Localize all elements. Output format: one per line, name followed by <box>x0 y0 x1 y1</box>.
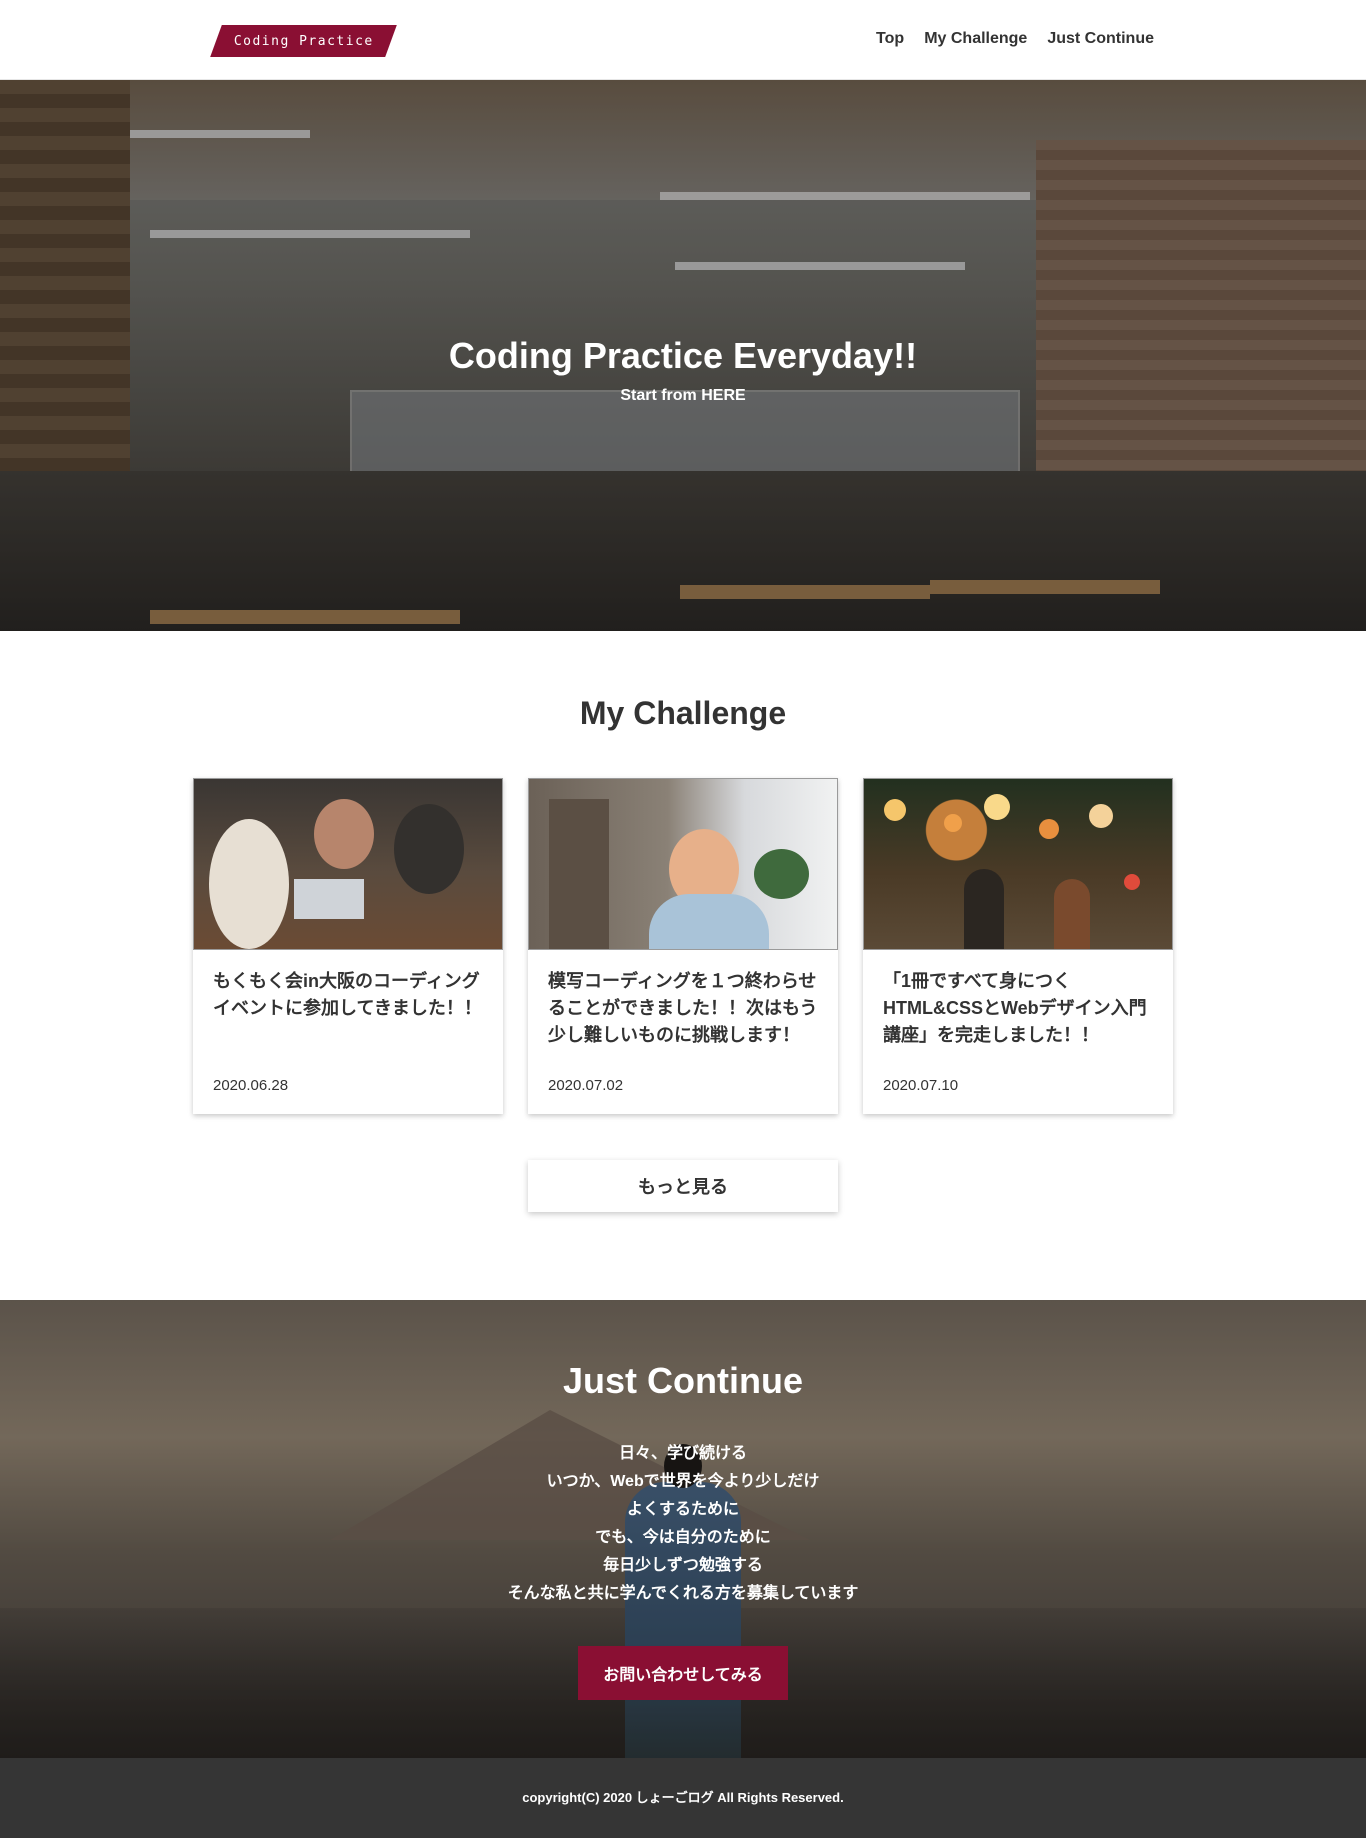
challenge-card[interactable]: もくもく会in大阪のコーディングイベントに参加してきました！！ 2020.06.… <box>193 778 503 1114</box>
card-image-figure <box>209 819 289 949</box>
card-image <box>863 778 1173 950</box>
card-image-laptop <box>294 879 364 919</box>
card-image-bokeh <box>1124 874 1140 890</box>
continue-line: よくするために <box>626 1501 739 1518</box>
hero-subtitle: Start from HERE <box>620 387 746 404</box>
card-date: 2020.06.28 <box>213 1077 289 1094</box>
main-nav: Top My Challenge Just Continue <box>876 30 1154 48</box>
hero-section: Coding Practice Everyday!! Start from HE… <box>0 80 1366 631</box>
continue-section: Just Continue 日々、学び続ける いつか、Webで世界を今より少しだ… <box>0 1300 1366 1758</box>
challenge-cards: もくもく会in大阪のコーディングイベントに参加してきました！！ 2020.06.… <box>0 778 1366 1114</box>
card-title: 「1冊ですべて身につくHTML&CSSとWebデザイン入門講座」を完走しました！… <box>883 971 1147 1045</box>
card-image-figure <box>314 799 374 869</box>
more-button[interactable]: もっと見る <box>528 1160 838 1212</box>
card-image-figure <box>1054 879 1090 949</box>
card-title: もくもく会in大阪のコーディングイベントに参加してきました！！ <box>213 971 482 1018</box>
site-header: Coding Practice Top My Challenge Just Co… <box>0 0 1366 80</box>
challenge-card[interactable]: 「1冊ですべて身につくHTML&CSSとWebデザイン入門講座」を完走しました！… <box>863 778 1173 1114</box>
card-image <box>193 778 503 950</box>
copyright-text: copyright(C) 2020 しょーごログ All Rights Rese… <box>522 1790 844 1805</box>
card-image-bokeh <box>1039 819 1059 839</box>
challenge-section: My Challenge もくもく会in大阪のコーディングイベントに参加してきま… <box>0 631 1366 1300</box>
continue-title: Just Continue <box>563 1360 803 1401</box>
card-image-figure <box>964 869 1004 949</box>
continue-content: Just Continue 日々、学び続ける いつか、Webで世界を今より少しだ… <box>0 1360 1366 1700</box>
nav-link-top[interactable]: Top <box>876 30 904 48</box>
card-image-plant <box>754 849 809 899</box>
continue-line: でも、今は自分のために <box>595 1529 771 1546</box>
continue-line: 毎日少しずつ勉強する <box>603 1557 763 1574</box>
continue-line: そんな私と共に学んでくれる方を募集しています <box>507 1585 859 1602</box>
hero-text: Coding Practice Everyday!! Start from HE… <box>0 335 1366 405</box>
challenge-card[interactable]: 模写コーディングを１つ終わらせることができました！！次はもう少し難しいものに挑戦… <box>528 778 838 1114</box>
card-image-bokeh <box>1089 804 1113 828</box>
continue-line: 日々、学び続ける <box>618 1445 747 1462</box>
card-date: 2020.07.10 <box>883 1077 959 1094</box>
card-title: 模写コーディングを１つ終わらせることができました！！次はもう少し難しいものに挑戦… <box>548 971 818 1045</box>
card-date: 2020.07.02 <box>548 1077 624 1094</box>
card-image-figure <box>394 804 464 894</box>
card-image <box>528 778 838 950</box>
challenge-title: My Challenge <box>579 695 787 731</box>
hero-title: Coding Practice Everyday!! <box>448 335 918 376</box>
site-footer: copyright(C) 2020 しょーごログ All Rights Rese… <box>0 1758 1366 1838</box>
contact-button[interactable]: お問い合わせしてみる <box>578 1646 788 1700</box>
continue-message: 日々、学び続ける いつか、Webで世界を今より少しだけ よくするために でも、今… <box>0 1440 1366 1608</box>
logo-text: Coding Practice <box>233 33 374 49</box>
nav-link-my-challenge[interactable]: My Challenge <box>924 30 1027 48</box>
card-image-bokeh <box>884 799 906 821</box>
card-image-figure <box>649 894 769 949</box>
card-image-door <box>549 799 609 949</box>
card-image-bokeh <box>944 814 962 832</box>
site-logo[interactable]: Coding Practice <box>210 25 397 57</box>
card-image-bokeh <box>984 794 1010 820</box>
continue-line: いつか、Webで世界を今より少しだけ <box>546 1473 820 1490</box>
nav-link-just-continue[interactable]: Just Continue <box>1047 30 1154 48</box>
